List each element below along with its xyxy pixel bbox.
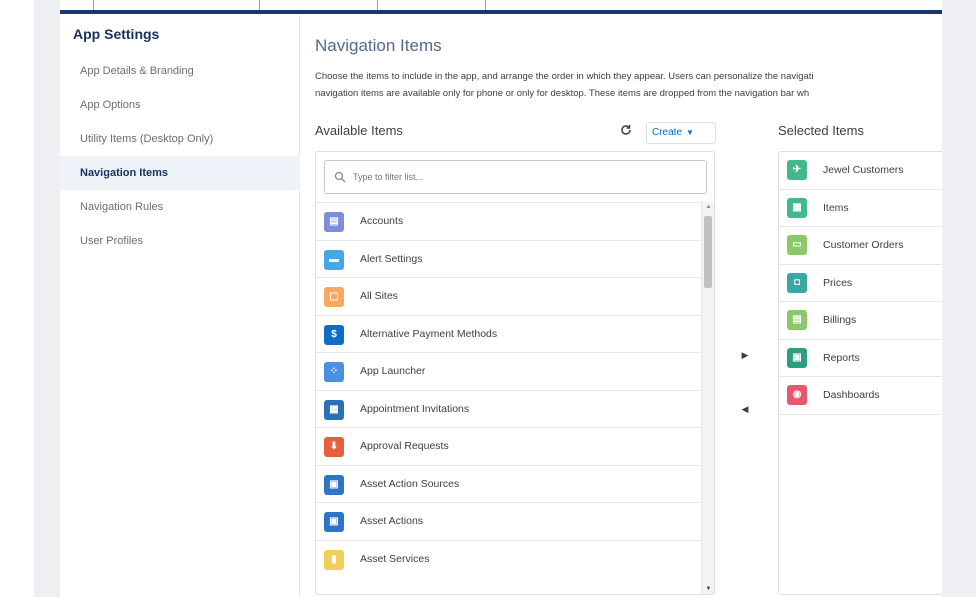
refresh-icon[interactable] <box>618 124 634 140</box>
app-settings-sidebar: App Settings App Details & Branding App O… <box>60 14 300 597</box>
list-item-label: App Launcher <box>360 365 426 377</box>
selected-list-item[interactable]: ▦ Items <box>779 190 942 227</box>
jewel-customers-icon: ✈ <box>787 160 807 180</box>
top-tab[interactable] <box>94 0 260 10</box>
search-icon <box>334 170 348 184</box>
list-item-label: Alert Settings <box>360 252 423 265</box>
selected-item-label: Dashboards <box>823 389 880 401</box>
scroll-down-icon[interactable]: ▼ <box>702 584 714 594</box>
filter-search-box[interactable] <box>324 160 707 194</box>
list-item[interactable]: ⬇ Approval Requests <box>316 427 700 465</box>
selected-item-label: Reports <box>823 351 860 364</box>
items-icon: ▦ <box>787 197 807 218</box>
selected-item-label: Billings <box>823 314 857 326</box>
list-item-label: Appointment Invitations <box>360 402 470 415</box>
sidebar-item[interactable]: Navigation Items <box>60 156 300 190</box>
top-tab[interactable] <box>260 0 378 10</box>
frame-left <box>34 0 60 597</box>
page-margin-left <box>0 0 34 597</box>
navigation-items-panel: Navigation Items Choose the items to inc… <box>301 14 942 597</box>
payment-icon: $ <box>324 324 344 345</box>
prices-icon: ◘ <box>787 272 807 293</box>
sidebar-item[interactable]: Utility Items (Desktop Only) <box>60 122 300 156</box>
selected-list-item[interactable]: ✈ Jewel Customers <box>779 152 942 190</box>
list-item-label: Asset Services <box>360 552 430 565</box>
list-item[interactable]: ▤ Accounts <box>316 202 700 240</box>
asset-service-icon: ▮ <box>324 549 344 570</box>
selected-list-item[interactable]: ◉ Dashboards <box>779 377 942 415</box>
account-icon: ▤ <box>324 212 344 232</box>
reports-icon: ▣ <box>787 347 807 368</box>
calendar-icon: ▦ <box>324 399 344 420</box>
move-right-button[interactable]: ▶ <box>732 342 758 368</box>
top-tab-bar <box>60 0 942 14</box>
list-item-label: Accounts <box>360 215 404 227</box>
dashboards-icon: ◉ <box>787 385 807 405</box>
list-item-label: All Sites <box>360 290 398 302</box>
asset-source-icon: ▣ <box>324 474 344 495</box>
list-item[interactable]: $ Alternative Payment Methods <box>316 314 700 353</box>
page-description: Choose the items to include in the app, … <box>315 68 942 102</box>
app-launcher-icon: ⁘ <box>324 362 344 382</box>
scroll-up-icon[interactable]: ▲ <box>702 202 714 212</box>
list-scrollbar[interactable]: ▲ ▼ <box>701 202 714 594</box>
selected-items-label: Selected Items <box>778 123 864 138</box>
chevron-down-icon: ▼ <box>686 128 694 137</box>
selected-item-label: Jewel Customers <box>823 164 904 176</box>
alert-icon: ▬ <box>324 249 344 270</box>
list-item-label: Asset Action Sources <box>360 477 460 490</box>
create-button-label: Create <box>652 127 683 138</box>
selected-list-item[interactable]: ◘ Prices <box>779 265 942 302</box>
sites-icon: ▢ <box>324 287 344 307</box>
list-item-label: Alternative Payment Methods <box>360 327 498 340</box>
asset-action-icon: ▣ <box>324 512 344 532</box>
sidebar-item[interactable]: User Profiles <box>60 224 300 258</box>
description-line: navigation items are available only for … <box>315 88 810 99</box>
sidebar-item[interactable]: Navigation Rules <box>60 190 300 224</box>
frame-right <box>942 0 976 597</box>
selected-list-item[interactable]: ▣ Reports <box>779 340 942 377</box>
list-item[interactable]: ▮ Asset Services <box>316 539 700 578</box>
create-button[interactable]: Create ▼ <box>646 122 716 144</box>
selected-item-label: Prices <box>823 276 853 289</box>
available-items-list: ▤ Accounts ▬ Alert Settings ▢ All Sites $ Alter… <box>315 151 715 595</box>
list-item[interactable]: ▣ Asset Action Sources <box>316 464 700 503</box>
move-left-button[interactable]: ◀ <box>732 396 758 422</box>
list-item[interactable]: ▬ Alert Settings <box>316 239 700 278</box>
sidebar-item[interactable]: App Options <box>60 88 300 122</box>
list-item[interactable]: ▢ All Sites <box>316 277 700 315</box>
filter-input[interactable] <box>353 169 693 185</box>
approval-icon: ⬇ <box>324 437 344 457</box>
list-item-label: Asset Actions <box>360 515 424 527</box>
page-title: Navigation Items <box>315 36 442 55</box>
selected-item-label: Customer Orders <box>823 239 904 251</box>
top-tab[interactable] <box>60 0 94 10</box>
selected-item-label: Items <box>823 201 849 214</box>
available-items-label: Available Items <box>315 123 403 138</box>
list-item[interactable]: ▦ Appointment Invitations <box>316 389 700 428</box>
billings-icon: ▤ <box>787 310 807 330</box>
sidebar-title: App Settings <box>73 26 160 42</box>
sidebar-item[interactable]: App Details & Branding <box>60 54 300 88</box>
selected-list-item[interactable]: ▭ Customer Orders <box>779 227 942 265</box>
selected-list-item[interactable]: ▤ Billings <box>779 302 942 340</box>
selected-items-list: ✈ Jewel Customers ▦ Items ▭ Customer Orders ◘ P… <box>778 151 942 595</box>
scrollbar-thumb[interactable] <box>704 216 712 288</box>
customer-orders-icon: ▭ <box>787 235 807 255</box>
top-tab[interactable] <box>378 0 486 10</box>
description-line: Choose the items to include in the app, … <box>315 71 814 82</box>
list-item[interactable]: ⁘ App Launcher <box>316 352 700 390</box>
list-item[interactable]: ▣ Asset Actions <box>316 502 700 540</box>
list-item-label: Approval Requests <box>360 440 449 452</box>
